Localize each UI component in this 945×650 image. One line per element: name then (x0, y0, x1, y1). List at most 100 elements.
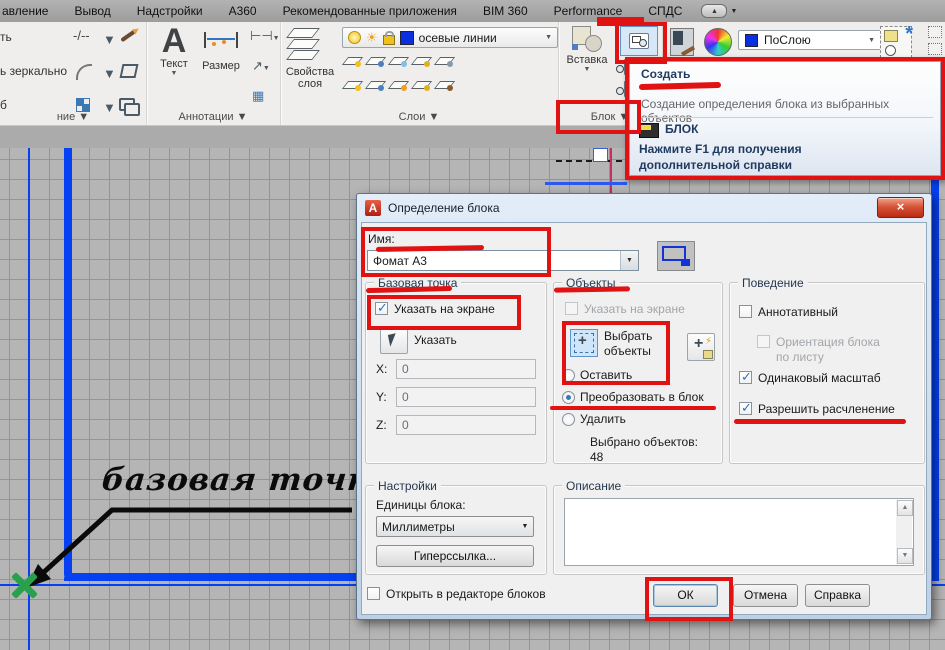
panel-layers-label[interactable]: Слои ▼ (280, 111, 558, 123)
tab-spds[interactable]: СПДС (635, 4, 695, 18)
panel-layers: Свойства слоя ☀ осевые линии ▼ Слои ▼ (280, 22, 559, 125)
insert-block-button[interactable]: Вставка ▼ (562, 24, 612, 73)
layer-tools-row-1 (344, 54, 453, 67)
erase-icon[interactable] (120, 30, 135, 42)
layer-unisolate-icon[interactable] (367, 78, 384, 91)
base-point-marker[interactable] (10, 572, 38, 600)
pick-point-button[interactable] (380, 328, 408, 354)
stretch-dropdown[interactable]: ▼ (103, 32, 116, 47)
tab-featured-apps[interactable]: Рекомендованные приложения (270, 4, 470, 18)
tab-performance[interactable]: Performance (541, 4, 636, 18)
annotative-label: Аннотативный (758, 305, 838, 319)
layer-freeze-icon[interactable] (390, 54, 407, 67)
tab-management[interactable]: авление (0, 4, 61, 18)
create-block-tooltip: Создать Создание определения блока из вы… (625, 57, 945, 180)
convert-underline (550, 406, 716, 410)
table-icon[interactable]: ▦ (252, 88, 264, 104)
match-properties-icon[interactable] (670, 28, 694, 56)
tab-output[interactable]: Вывод (61, 4, 123, 18)
layer-match-icon[interactable] (436, 54, 453, 67)
array-icon[interactable] (76, 98, 90, 112)
layer-select-combo[interactable]: ☀ осевые линии ▼ (342, 27, 558, 48)
description-scrollbar[interactable]: ▲ ▼ (896, 500, 912, 564)
layer-combo-arrow[interactable]: ▼ (545, 34, 552, 41)
x-field[interactable]: 0 (396, 359, 536, 379)
panel-annotations-label[interactable]: Аннотации ▼ (146, 111, 280, 123)
ungroup-icon[interactable] (928, 43, 942, 55)
panel-edit-label[interactable]: ние ▼ (0, 111, 146, 123)
tab-addins[interactable]: Надстройки (124, 4, 216, 18)
block-command-icon (639, 123, 659, 138)
open-in-editor-checkbox[interactable] (367, 587, 380, 600)
layer-properties-button[interactable]: Свойства слоя (284, 24, 336, 90)
help-button[interactable]: Справка (805, 584, 870, 607)
quick-select-icon[interactable]: * (880, 26, 912, 58)
layer-isolate-icon[interactable] (367, 54, 384, 67)
scroll-down-icon[interactable]: ▼ (897, 548, 913, 564)
block-preview-thumbnail (657, 241, 695, 271)
pick-point-label: Указать (414, 333, 457, 347)
layer-unlock-all-icon[interactable] (413, 78, 430, 91)
allow-explode-checkbox[interactable] (739, 402, 752, 415)
text-icon: A (152, 24, 196, 58)
ribbon-tab-bar: авление Вывод Надстройки A360 Рекомендов… (0, 0, 945, 22)
annotative-checkbox[interactable] (739, 305, 752, 318)
block-units-value: Миллиметры (377, 520, 517, 534)
uniform-scale-checkbox[interactable] (739, 371, 752, 384)
convert-radio[interactable] (562, 391, 575, 404)
edit-btn-3-label[interactable]: б (0, 98, 7, 112)
fillet-dropdown[interactable]: ▼ (103, 66, 116, 81)
tooltip-title: Создать (641, 67, 690, 81)
tab-bim360[interactable]: BIM 360 (470, 4, 541, 18)
ribbon-collapse-button[interactable]: ▲ (701, 4, 727, 18)
quick-select-button[interactable]: ⚡ (687, 333, 715, 361)
ribbon-collapse-caret[interactable]: ▼ (730, 8, 737, 15)
stretch-icon[interactable]: -/-- (73, 28, 90, 43)
object-color-combo[interactable]: ПоСлою ▼ (738, 30, 882, 50)
block-units-dropdown[interactable]: Миллиметры ▼ (376, 516, 534, 537)
z-field[interactable]: 0 (396, 415, 536, 435)
layer-thaw-all-icon[interactable] (390, 78, 407, 91)
edit-btn-2-label[interactable]: ь зеркально (0, 64, 67, 78)
objects-specify-checkbox[interactable] (565, 302, 578, 315)
explode-icon[interactable] (120, 64, 139, 78)
name-field-highlight (361, 227, 551, 277)
z-label: Z: (376, 418, 387, 432)
block-units-label: Единицы блока: (376, 498, 466, 512)
objects-group: Объекты Указать на экране Выбрать объект… (553, 282, 723, 464)
delete-radio[interactable] (562, 413, 575, 426)
fillet-icon[interactable] (76, 64, 92, 80)
leader-icon[interactable]: ↗▼ (252, 58, 270, 74)
color-combo-arrow[interactable]: ▼ (868, 37, 875, 44)
layer-walk-icon[interactable] (436, 78, 453, 91)
settings-group: Настройки Единицы блока: Миллиметры ▼ Ги… (365, 485, 547, 575)
panel-annotations: A Текст ▼ Размер ⊢⊣▼ ↗▼ ▦ Аннотации ▼ (146, 22, 281, 125)
layer-lock-icon[interactable] (413, 54, 430, 67)
color-wheel-icon (704, 28, 732, 56)
close-icon[interactable]: × (877, 197, 924, 218)
y-field[interactable]: 0 (396, 387, 536, 407)
color-swatch (745, 34, 758, 47)
dim-style-icon[interactable]: ⊢⊣▼ (250, 28, 280, 44)
description-title: Описание (562, 479, 625, 493)
color-value: ПоСлою (764, 33, 862, 47)
cancel-button[interactable]: Отмена (733, 584, 798, 607)
dialog-titlebar[interactable]: A Определение блока × (357, 194, 931, 222)
group-icon[interactable] (928, 26, 942, 38)
layer-turn-on-all-icon[interactable] (344, 78, 361, 91)
dimension-button[interactable]: Размер (198, 24, 244, 72)
orientation-checkbox[interactable] (757, 335, 770, 348)
tab-a360[interactable]: A360 (216, 4, 270, 18)
uniform-scale-label: Одинаковый масштаб (758, 371, 881, 385)
text-dropdown[interactable]: ▼ (152, 70, 196, 77)
create-button-highlight (615, 22, 667, 64)
offset-icon[interactable] (119, 98, 135, 111)
insert-dropdown[interactable]: ▼ (562, 66, 612, 73)
text-button[interactable]: A Текст ▼ (152, 24, 196, 77)
hyperlink-button[interactable]: Гиперссылка... (376, 545, 534, 567)
scroll-up-icon[interactable]: ▲ (897, 500, 913, 516)
layer-off-icon[interactable] (344, 54, 361, 67)
edit-btn-1-label[interactable]: ть (0, 30, 12, 44)
name-combo-arrow[interactable]: ▼ (620, 251, 638, 270)
description-textarea[interactable]: ▲ ▼ (564, 498, 914, 566)
